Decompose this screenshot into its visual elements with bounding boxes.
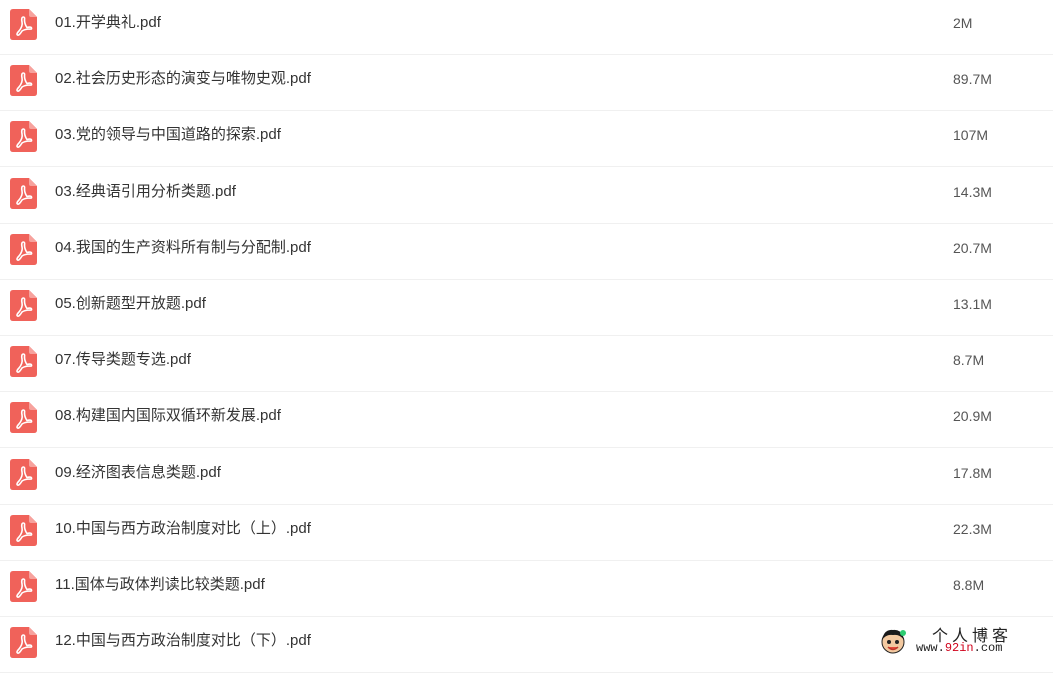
watermark: 个人博客 www.92in.com (878, 622, 1048, 658)
file-row[interactable]: 01.开学典礼.pdf 2M (0, 0, 1053, 55)
file-size: 22.3M (953, 521, 992, 537)
pdf-icon (10, 459, 37, 490)
pdf-icon (10, 290, 37, 321)
file-row[interactable]: 10.中国与西方政治制度对比（上）.pdf 22.3M (0, 505, 1053, 561)
file-size: 20.7M (953, 240, 992, 256)
file-size: 14.3M (953, 184, 992, 200)
file-row[interactable]: 05.创新题型开放题.pdf 13.1M (0, 280, 1053, 336)
file-name[interactable]: 10.中国与西方政治制度对比（上）.pdf (55, 519, 311, 539)
file-name[interactable]: 01.开学典礼.pdf (55, 13, 161, 33)
file-row[interactable]: 04.我国的生产资料所有制与分配制.pdf 20.7M (0, 224, 1053, 280)
file-name[interactable]: 12.中国与西方政治制度对比（下）.pdf (55, 631, 311, 651)
pdf-icon (10, 571, 37, 602)
pdf-icon (10, 9, 37, 40)
watermark-url-suffix: .com (973, 641, 1003, 655)
file-row[interactable]: 03.经典语引用分析类题.pdf 14.3M (0, 168, 1053, 224)
file-name[interactable]: 03.党的领导与中国道路的探索.pdf (55, 125, 281, 145)
file-size: 8.7M (953, 352, 985, 368)
file-name[interactable]: 11.国体与政体判读比较类题.pdf (55, 575, 265, 595)
pdf-icon (10, 402, 37, 433)
file-size: 89.7M (953, 71, 992, 87)
pdf-icon (10, 515, 37, 546)
file-row[interactable]: 11.国体与政体判读比较类题.pdf 8.8M (0, 561, 1053, 617)
file-name[interactable]: 03.经典语引用分析类题.pdf (55, 182, 236, 202)
file-name[interactable]: 05.创新题型开放题.pdf (55, 294, 206, 314)
pdf-icon (10, 627, 37, 658)
file-size: 107M (953, 127, 989, 143)
file-size: 13.1M (953, 296, 992, 312)
blog-mascot-icon (881, 629, 906, 654)
pdf-icon (10, 178, 37, 209)
file-size: 17.8M (953, 465, 992, 481)
file-name[interactable]: 08.构建国内国际双循环新发展.pdf (55, 406, 281, 426)
watermark-url-prefix: www. (916, 641, 945, 655)
pdf-icon (10, 65, 37, 96)
file-name[interactable]: 07.传导类题专选.pdf (55, 350, 191, 370)
file-row[interactable]: 09.经济图表信息类题.pdf 17.8M (0, 449, 1053, 505)
file-row[interactable]: 08.构建国内国际双循环新发展.pdf 20.9M (0, 392, 1053, 448)
file-list: 01.开学典礼.pdf 2M 02.社会历史形态的演变与唯物史观.pdf 89.7M 0… (0, 0, 1053, 673)
pdf-icon (10, 121, 37, 152)
file-name[interactable]: 04.我国的生产资料所有制与分配制.pdf (55, 238, 311, 258)
file-size: 20.9M (953, 408, 992, 424)
file-row[interactable]: 03.党的领导与中国道路的探索.pdf 107M (0, 111, 1053, 167)
watermark-url-highlight: 92in (944, 641, 974, 655)
file-row[interactable]: 02.社会历史形态的演变与唯物史观.pdf 89.7M (0, 55, 1053, 111)
watermark-url: www.92in.com (916, 641, 1002, 655)
file-size: 8.8M (953, 577, 985, 593)
file-name[interactable]: 09.经济图表信息类题.pdf (55, 463, 221, 483)
pdf-icon (10, 234, 37, 265)
file-name[interactable]: 02.社会历史形态的演变与唯物史观.pdf (55, 69, 311, 89)
pdf-icon (10, 346, 37, 377)
file-row[interactable]: 07.传导类题专选.pdf 8.7M (0, 336, 1053, 392)
file-size: 2M (953, 15, 973, 31)
